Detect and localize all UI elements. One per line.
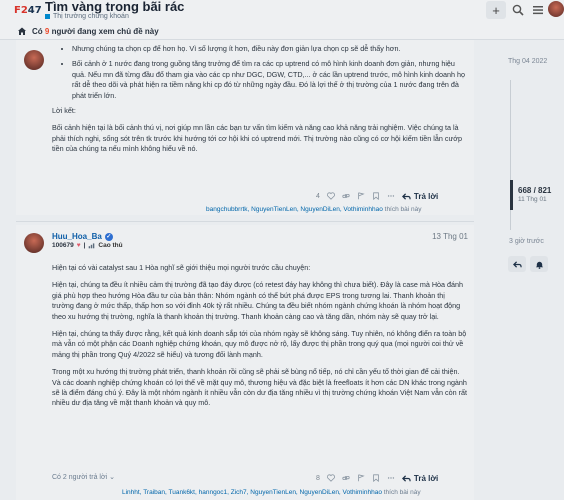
post-card: Huu_Hoa_Ba ✓ 100679 ♥ | Cao thủ 13 Thg 0… (16, 225, 474, 500)
likers-suffix: thích bài này (383, 489, 421, 496)
home-icon[interactable] (17, 26, 27, 36)
conclusion-label: Lời kết: (52, 106, 76, 116)
link-icon[interactable] (342, 474, 350, 482)
reply-button[interactable]: Trả lời (401, 474, 438, 483)
avatar[interactable] (24, 50, 44, 70)
likers-list: bangchubbrrtk, NguyenTienLen, NguyenDiLe… (206, 206, 422, 213)
likers-suffix: thích bài này (384, 206, 422, 213)
bookmark-icon[interactable] (372, 192, 380, 200)
site-logo[interactable]: F247 (14, 3, 42, 19)
post-actions: 8 Trả lời (316, 472, 438, 484)
heart-icon[interactable] (326, 192, 335, 200)
replies-toggle[interactable]: Có 2 người trả lời ⌄ (52, 473, 115, 481)
notification-button[interactable] (530, 256, 548, 272)
watching-text: Có 9 người đang xem chủ đề này (32, 27, 159, 36)
search-icon (512, 4, 524, 16)
likers-names[interactable]: bangchubbrrtk, NguyenTienLen, NguyenDiLe… (206, 206, 383, 213)
timeline-handle[interactable] (510, 180, 513, 210)
list-item: Bối cảnh ở 1 nước đang trong guồng tăng … (72, 59, 468, 101)
reply-icon (401, 474, 411, 482)
site-header: F247 Tìm vàng trong bãi rác Thị trường c… (0, 0, 564, 24)
more-icon[interactable] (387, 474, 395, 482)
topic-category[interactable]: Thị trường chứng khoán (45, 13, 129, 20)
flag-icon[interactable] (357, 474, 365, 482)
like-count[interactable]: 4 (316, 193, 320, 200)
flag-icon[interactable] (357, 192, 365, 200)
verified-badge-icon: ✓ (104, 232, 113, 241)
category-color-icon (45, 14, 50, 19)
signal-icon (89, 243, 95, 249)
reply-icon (401, 192, 411, 200)
post-body: Nhưng chúng ta chọn cp để hơn họ. Vì số … (52, 44, 468, 162)
post-card: Nhưng chúng ta chọn cp để hơn họ. Vì số … (16, 40, 474, 215)
bookmark-icon[interactable] (372, 474, 380, 482)
avatar[interactable] (24, 233, 44, 253)
current-user-avatar[interactable] (548, 1, 564, 17)
timeline-reply-button[interactable] (508, 256, 526, 272)
paragraph: Hiện tại có vài catalyst sau 1 Hòa nghĩ … (52, 263, 311, 272)
hamburger-menu-button[interactable] (528, 1, 548, 19)
paragraph: Hiện tại, chúng ta thấy được rằng, kết q… (52, 329, 467, 359)
search-button[interactable] (508, 1, 528, 19)
post-actions: 4 Trả lời (316, 190, 438, 202)
reply-button[interactable]: Trả lời (401, 192, 438, 201)
more-icon[interactable] (387, 192, 395, 200)
timeline-position: 668 / 821 (518, 186, 552, 195)
post-divider (16, 221, 474, 222)
timeline-position-date: 11 Thg 01 (518, 196, 547, 203)
paragraph: Trong một xu hướng thị trường phát triển… (52, 367, 467, 408)
reply-icon (512, 260, 522, 268)
post-date[interactable]: 13 Thg 01 (432, 232, 468, 241)
link-icon[interactable] (342, 192, 350, 200)
timeline-last-activity[interactable]: 3 giờ trước (509, 238, 544, 245)
conclusion-text: Bối cảnh hiện tại là bối cảnh thú vị, nơ… (52, 123, 462, 154)
user-id: 100679 (52, 242, 74, 249)
watching-bar: Có 9 người đang xem chủ đề này (0, 24, 564, 40)
like-count[interactable]: 8 (316, 475, 320, 482)
likers-list: Linhht, Traiban, Tuank6kt, hanngoc1, Zic… (122, 489, 421, 496)
heart-badge-icon: ♥ (76, 242, 81, 249)
user-title: Cao thủ (98, 242, 123, 249)
chevron-down-icon: ⌄ (109, 474, 115, 481)
bell-icon (535, 261, 543, 269)
likers-names[interactable]: Linhht, Traiban, Tuank6kt, hanngoc1, Zic… (122, 489, 382, 496)
list-item: Nhưng chúng ta chọn cp để hơn họ. Vì số … (72, 44, 468, 54)
user-flair-row: 100679 ♥ | Cao thủ (52, 242, 123, 249)
flair-separator: | (83, 242, 86, 249)
hamburger-icon (533, 6, 543, 15)
paragraph: Hiện tại, chúng ta đều ít nhiều cảm thị … (52, 280, 464, 321)
post-username[interactable]: Huu_Hoa_Ba ✓ (52, 232, 113, 241)
post-body: Hiện tại có vài catalyst sau 1 Hòa nghĩ … (52, 263, 468, 416)
timeline-start-date[interactable]: Thg 04 2022 (508, 58, 547, 65)
topic-title[interactable]: Tìm vàng trong bãi rác (45, 0, 184, 14)
category-label: Thị trường chứng khoán (53, 13, 129, 20)
heart-icon[interactable] (326, 474, 335, 482)
create-button[interactable]: + (486, 1, 506, 19)
